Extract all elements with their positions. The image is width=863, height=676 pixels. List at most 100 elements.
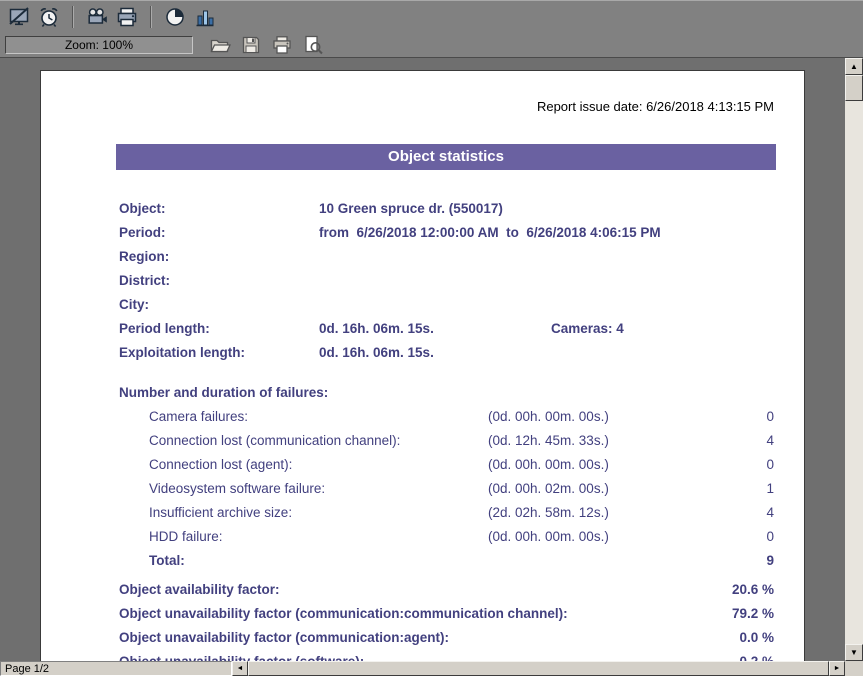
failure-row: Camera failures: (0d. 00h. 00m. 00s.) 0	[41, 405, 804, 429]
scroll-up-button[interactable]: ▲	[845, 58, 863, 75]
failures-header-label: Number and duration of failures:	[119, 381, 328, 405]
report-issue-date: Report issue date: 6/26/2018 4:13:15 PM	[537, 99, 774, 114]
save-icon	[240, 34, 262, 56]
factor-row: Object unavailability factor (communicat…	[41, 602, 804, 626]
failure-label: Videosystem software failure:	[149, 477, 325, 501]
report-title: Object statistics	[116, 144, 776, 170]
field-label: Region:	[119, 245, 169, 269]
field-label: Exploitation length:	[119, 341, 245, 365]
monitor-off-icon	[8, 6, 30, 28]
print-device-button[interactable]	[114, 4, 140, 30]
total-label: Total:	[149, 549, 185, 573]
page-indicator-label: Page 1/2	[5, 663, 49, 675]
zoom-label: Zoom: 100%	[65, 38, 133, 52]
print-report-button[interactable]	[269, 32, 295, 58]
factor-value: 20.6 %	[732, 578, 774, 602]
bar-chart-icon	[194, 6, 216, 28]
page-indicator: Page 1/2	[0, 661, 232, 676]
factor-row: Object availability factor: 20.6 %	[41, 578, 804, 602]
horizontal-scroll-thumb[interactable]	[248, 661, 829, 676]
arrow-right-icon: ►	[834, 665, 841, 672]
factor-row: Object unavailability factor (communicat…	[41, 626, 804, 650]
field-value: 10 Green spruce dr. (550017)	[319, 197, 503, 221]
failures-section-header: Number and duration of failures:	[41, 381, 804, 405]
report-page: Report issue date: 6/26/2018 4:13:15 PM …	[40, 70, 805, 661]
arrow-up-icon: ▲	[850, 62, 858, 71]
arrow-down-icon: ▼	[850, 648, 858, 657]
failure-count: 4	[766, 429, 774, 453]
failures-total-row: Total: 9	[41, 549, 804, 573]
failure-label: Camera failures:	[149, 405, 248, 429]
field-label: Period length:	[119, 317, 210, 341]
scroll-left-button[interactable]: ◄	[232, 661, 248, 676]
failure-duration: (0d. 00h. 02m. 00s.)	[488, 477, 609, 501]
field-label: District:	[119, 269, 170, 293]
cameras-count: Cameras: 4	[551, 317, 624, 341]
factor-value: 79.2 %	[732, 602, 774, 626]
failure-count: 0	[766, 525, 774, 549]
failure-row: Connection lost (communication channel):…	[41, 429, 804, 453]
failure-duration: (0d. 00h. 00m. 00s.)	[488, 453, 609, 477]
camera-button[interactable]	[84, 4, 110, 30]
field-row-object: Object: 10 Green spruce dr. (550017)	[41, 197, 804, 221]
toolbar-separator	[150, 6, 152, 28]
preview-report-button[interactable]	[300, 32, 326, 58]
failure-row: Connection lost (agent): (0d. 00h. 00m. …	[41, 453, 804, 477]
factor-value: 0.2 %	[739, 650, 774, 661]
factor-label: Object unavailability factor (communicat…	[119, 602, 568, 626]
arrow-left-icon: ◄	[237, 665, 244, 672]
report-viewer-area: Report issue date: 6/26/2018 4:13:15 PM …	[0, 58, 845, 661]
factor-row: Object unavailability factor (software):…	[41, 650, 804, 661]
failure-label: HDD failure:	[149, 525, 223, 549]
print-icon	[271, 34, 293, 56]
factor-value: 0.0 %	[739, 626, 774, 650]
failure-label: Connection lost (agent):	[149, 453, 292, 477]
failure-duration: (0d. 00h. 00m. 00s.)	[488, 525, 609, 549]
bar-chart-button[interactable]	[192, 4, 218, 30]
field-row-period: Period: from 6/26/2018 12:00:00 AM to 6/…	[41, 221, 804, 245]
preview-icon	[302, 34, 324, 56]
report-toolbar: Zoom: 100%	[0, 32, 863, 58]
failure-count: 4	[766, 501, 774, 525]
open-report-button[interactable]	[207, 32, 233, 58]
failure-row: Videosystem software failure: (0d. 00h. …	[41, 477, 804, 501]
field-value: from 6/26/2018 12:00:00 AM to 6/26/2018 …	[319, 221, 661, 245]
failure-duration: (0d. 12h. 45m. 33s.)	[488, 429, 609, 453]
failure-label: Connection lost (communication channel):	[149, 429, 400, 453]
factor-label: Object unavailability factor (communicat…	[119, 626, 449, 650]
vertical-scrollbar[interactable]: ▲ ▼	[845, 58, 863, 661]
scroll-down-button[interactable]: ▼	[845, 644, 863, 661]
clock-pie-icon	[164, 6, 186, 28]
field-row-city: City:	[41, 293, 804, 317]
failure-count: 0	[766, 453, 774, 477]
field-row-district: District:	[41, 269, 804, 293]
field-label: City:	[119, 293, 149, 317]
zoom-control[interactable]: Zoom: 100%	[5, 36, 193, 54]
status-bar: Page 1/2 ◄ ►	[0, 661, 863, 676]
failure-duration: (0d. 00h. 00m. 00s.)	[488, 405, 609, 429]
field-label: Period:	[119, 221, 166, 245]
scrollbar-corner	[845, 661, 863, 676]
field-label: Object:	[119, 197, 166, 221]
failure-row: Insufficient archive size: (2d. 02h. 58m…	[41, 501, 804, 525]
failure-label: Insufficient archive size:	[149, 501, 292, 525]
total-value: 9	[766, 549, 774, 573]
factor-label: Object unavailability factor (software):	[119, 650, 364, 661]
report-toolbar-icons	[207, 32, 326, 58]
factor-label: Object availability factor:	[119, 578, 280, 602]
clock-pie-button[interactable]	[162, 4, 188, 30]
vertical-scroll-thumb[interactable]	[845, 75, 863, 101]
toolbar-separator	[72, 6, 74, 28]
alarm-clock-button[interactable]	[36, 4, 62, 30]
camera-icon	[86, 6, 108, 28]
alarm-clock-icon	[38, 6, 60, 28]
failure-count: 1	[766, 477, 774, 501]
open-folder-icon	[209, 34, 231, 56]
horizontal-scrollbar[interactable]: ◄ ►	[232, 661, 863, 676]
print-device-icon	[116, 6, 138, 28]
field-row-period-length: Period length: 0d. 16h. 06m. 15s. Camera…	[41, 317, 804, 341]
monitor-off-button[interactable]	[6, 4, 32, 30]
field-value: 0d. 16h. 06m. 15s.	[319, 341, 434, 365]
save-report-button[interactable]	[238, 32, 264, 58]
scroll-right-button[interactable]: ►	[829, 661, 845, 676]
